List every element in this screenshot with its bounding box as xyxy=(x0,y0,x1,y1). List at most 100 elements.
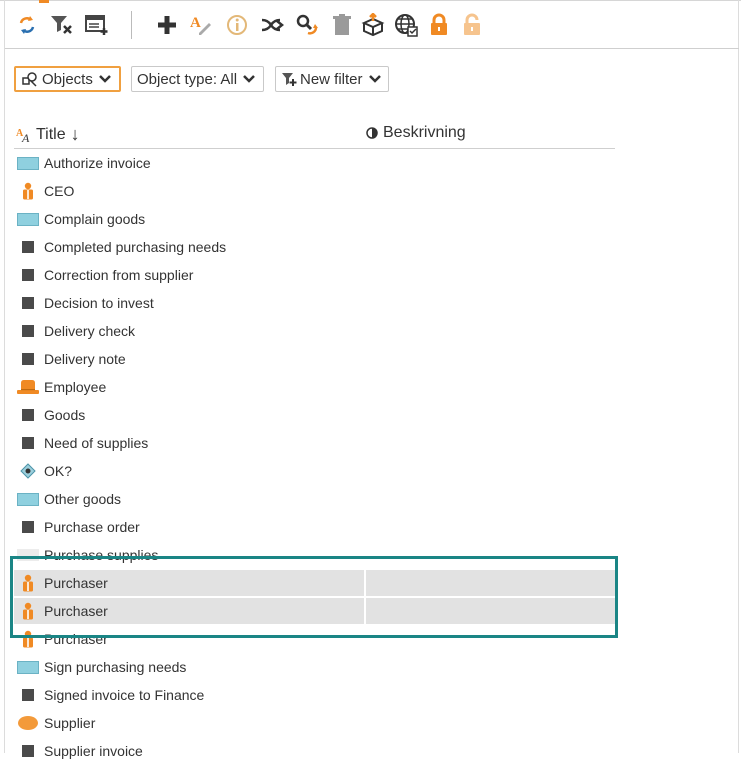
list-item-title: Need of supplies xyxy=(44,435,149,451)
toolbar-separator xyxy=(131,11,132,39)
list-item-title: Sign purchasing needs xyxy=(44,659,187,675)
clear-filter-icon[interactable] xyxy=(47,10,77,40)
replace-icon[interactable] xyxy=(292,10,322,40)
list-item[interactable]: Other goods xyxy=(14,486,615,512)
list-item[interactable]: Correction from supplier xyxy=(14,262,615,288)
description-column-label: Beskrivning xyxy=(383,124,466,141)
info-icon[interactable] xyxy=(222,10,252,40)
publish-icon[interactable] xyxy=(391,10,421,40)
column-divider xyxy=(364,598,366,624)
list-item[interactable]: Purchase supplies xyxy=(14,542,615,568)
right-border xyxy=(738,0,739,753)
left-border xyxy=(4,0,5,753)
list-item[interactable]: Purchaser xyxy=(14,598,615,624)
list-item-title: CEO xyxy=(44,183,75,199)
active-tab-indicator xyxy=(39,0,49,3)
square-icon xyxy=(16,518,40,536)
list-item[interactable]: CEO xyxy=(14,178,615,204)
add-icon[interactable] xyxy=(152,10,182,40)
export-icon[interactable] xyxy=(358,10,388,40)
toolbar: A xyxy=(6,8,739,44)
list-item-title: Supplier invoice xyxy=(44,743,143,759)
list-item-title: Delivery check xyxy=(44,323,136,339)
toolbar-divider xyxy=(5,48,739,49)
list-item-title: Employee xyxy=(44,379,107,395)
list-item[interactable]: Purchase order xyxy=(14,514,615,540)
square-icon xyxy=(16,406,40,424)
list-item[interactable]: Decision to invest xyxy=(14,290,615,316)
list-item-title: Signed invoice to Finance xyxy=(44,687,205,703)
new-filter-label: New filter xyxy=(300,70,363,88)
list-item-title: OK? xyxy=(44,463,73,479)
new-filter-dropdown[interactable]: New filter xyxy=(275,66,389,92)
list-item[interactable]: Need of supplies xyxy=(14,430,615,456)
unlock-icon[interactable] xyxy=(457,10,487,40)
rectangle-icon xyxy=(16,210,40,228)
table-header: AA Title ↓ Beskrivning xyxy=(14,120,615,149)
rectangle-icon xyxy=(16,154,40,172)
navigate-icon[interactable] xyxy=(257,10,287,40)
refresh-icon[interactable] xyxy=(12,10,42,40)
ellipse-icon xyxy=(16,714,40,732)
list-item[interactable]: OK? xyxy=(14,458,615,484)
list-item[interactable]: Purchaser xyxy=(14,570,615,596)
filter-bar: Objects Object type: All New filter xyxy=(0,66,741,94)
list-item[interactable]: Complain goods xyxy=(14,206,615,232)
delete-icon[interactable] xyxy=(327,10,357,40)
list-item-title: Authorize invoice xyxy=(44,155,151,171)
square-icon xyxy=(16,350,40,368)
square-icon xyxy=(16,742,40,760)
half-circle-icon xyxy=(366,127,378,139)
chevron-down-icon xyxy=(98,71,111,88)
list-item-title: Completed purchasing needs xyxy=(44,239,227,255)
sort-arrow-icon: ↓ xyxy=(70,124,80,144)
list-item-title: Decision to invest xyxy=(44,295,154,311)
list-item-title: Goods xyxy=(44,407,86,423)
object-type-label: Object type: All xyxy=(137,70,238,88)
list-item[interactable]: Sign purchasing needs xyxy=(14,654,615,680)
list-item-title: Purchase order xyxy=(44,519,140,535)
list-item-title: Correction from supplier xyxy=(44,267,194,283)
square-icon xyxy=(16,686,40,704)
person-icon xyxy=(16,602,40,620)
square-icon xyxy=(16,294,40,312)
list-item-title: Purchase supplies xyxy=(44,547,159,563)
rectangle-icon xyxy=(16,490,40,508)
square-icon xyxy=(16,266,40,284)
title-column-label: Title xyxy=(36,125,66,143)
description-column-header[interactable]: Beskrivning xyxy=(366,124,466,142)
rename-icon[interactable]: A xyxy=(187,10,217,40)
list-item[interactable]: Authorize invoice xyxy=(14,150,615,176)
title-column-header[interactable]: AA Title ↓ xyxy=(16,124,80,145)
list-item[interactable]: Completed purchasing needs xyxy=(14,234,615,260)
list-item-title: Purchaser xyxy=(44,631,108,647)
filter-add-icon xyxy=(281,71,297,87)
hat-icon xyxy=(16,378,40,396)
list-item[interactable]: Purchaser xyxy=(14,626,615,652)
new-table-icon[interactable] xyxy=(82,10,112,40)
objects-icon xyxy=(22,71,38,87)
person-icon xyxy=(16,182,40,200)
text-type-icon: AA xyxy=(16,127,32,143)
column-divider xyxy=(364,570,366,596)
list-item[interactable]: Supplier invoice xyxy=(14,738,615,764)
list-item[interactable]: Goods xyxy=(14,402,615,428)
svg-text:A: A xyxy=(21,131,30,143)
person-icon xyxy=(16,630,40,648)
list-item[interactable]: Employee xyxy=(14,374,615,400)
list-item[interactable]: Supplier xyxy=(14,710,615,736)
list-item[interactable]: Delivery check xyxy=(14,318,615,344)
list-item-title: Purchaser xyxy=(44,575,108,591)
lock-icon[interactable] xyxy=(424,10,454,40)
square-icon xyxy=(16,434,40,452)
chevron-down-icon xyxy=(368,71,381,88)
list-item[interactable]: Signed invoice to Finance xyxy=(14,682,615,708)
list-item[interactable]: Delivery note xyxy=(14,346,615,372)
objects-dropdown[interactable]: Objects xyxy=(14,66,121,92)
object-type-dropdown[interactable]: Object type: All xyxy=(131,66,264,92)
faded-rectangle-icon xyxy=(16,546,40,564)
chevron-down-icon xyxy=(243,71,255,88)
list-item-title: Purchaser xyxy=(44,603,108,619)
list-item-title: Supplier xyxy=(44,715,96,731)
list-item-title: Delivery note xyxy=(44,351,126,367)
